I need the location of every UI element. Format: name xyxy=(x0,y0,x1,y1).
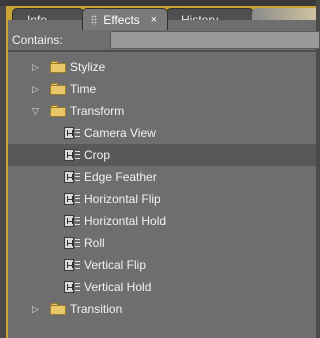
search-input[interactable] xyxy=(110,31,320,49)
close-icon[interactable]: × xyxy=(151,9,157,31)
effect-row-vertical-hold[interactable]: Vertical Hold xyxy=(8,276,316,298)
effect-row-roll[interactable]: Roll xyxy=(8,232,316,254)
effect-row-horizontal-flip[interactable]: Horizontal Flip xyxy=(8,188,316,210)
search-label: Contains: xyxy=(12,33,63,47)
folder-label: Time xyxy=(70,82,97,96)
triangle-right-icon[interactable]: ▷ xyxy=(32,78,39,100)
effect-row-vertical-flip[interactable]: Vertical Flip xyxy=(8,254,316,276)
effect-label: Roll xyxy=(84,236,105,250)
effect-label: Crop xyxy=(84,148,111,162)
effects-panel: Contains: ▷ Stylize ▷ Time ▽ Transform Camera … xyxy=(8,20,320,338)
tab-effects[interactable]: Effects × xyxy=(82,8,168,30)
effects-tree: ▷ Stylize ▷ Time ▽ Transform Camera View Crop Ed… xyxy=(8,54,316,338)
effect-row-horizontal-hold[interactable]: Horizontal Hold xyxy=(8,210,316,232)
effect-row-camera-view[interactable]: Camera View xyxy=(8,122,316,144)
video-effect-icon xyxy=(64,259,81,271)
folder-label: Transform xyxy=(70,104,125,118)
effect-label: Vertical Hold xyxy=(84,280,152,294)
effect-label: Horizontal Hold xyxy=(84,214,167,228)
video-effect-icon xyxy=(64,215,81,227)
folder-icon xyxy=(50,303,66,315)
effects-panel-frame: Info History Effects × Contains: ▷Styliz… xyxy=(6,6,320,338)
folder-row-transition[interactable]: ▷ Transition xyxy=(8,298,316,320)
triangle-right-icon[interactable]: ▷ xyxy=(32,56,39,78)
effect-row-edge-feather[interactable]: Edge Feather xyxy=(8,166,316,188)
tab-effects-label: Effects xyxy=(103,13,140,27)
effect-label: Horizontal Flip xyxy=(84,192,161,206)
video-effect-icon xyxy=(64,171,81,183)
triangle-right-icon[interactable]: ▷ xyxy=(32,298,39,320)
folder-label: Transition xyxy=(70,302,123,316)
folder-label: Stylize xyxy=(70,60,106,74)
effect-row-crop[interactable]: Crop xyxy=(8,144,316,166)
folder-row-transform[interactable]: ▽ Transform xyxy=(8,100,316,122)
effect-label: Camera View xyxy=(84,126,156,140)
folder-icon xyxy=(50,61,66,73)
divider xyxy=(8,50,316,52)
folder-icon xyxy=(50,105,66,117)
video-effect-icon xyxy=(64,127,81,139)
folder-icon xyxy=(50,83,66,95)
grip-icon[interactable] xyxy=(91,15,97,25)
effect-label: Vertical Flip xyxy=(84,258,147,272)
video-effect-icon xyxy=(64,237,81,249)
video-effect-icon xyxy=(64,149,81,161)
video-effect-icon xyxy=(64,193,81,205)
effect-label: Edge Feather xyxy=(84,170,157,184)
triangle-down-icon[interactable]: ▽ xyxy=(32,100,39,122)
folder-row-time[interactable]: ▷ Time xyxy=(8,78,316,100)
search-row: Contains: xyxy=(8,30,320,50)
folder-row-stylize[interactable]: ▷ Stylize xyxy=(8,56,316,78)
video-effect-icon xyxy=(64,281,81,293)
